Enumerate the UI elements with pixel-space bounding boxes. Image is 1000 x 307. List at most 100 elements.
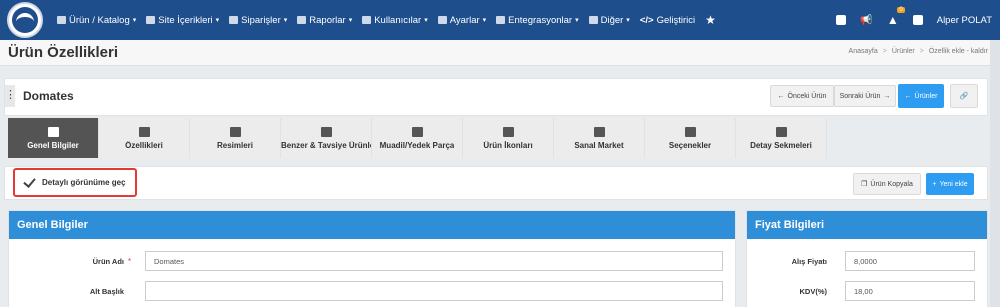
tab-secenekler[interactable]: Seçenekler bbox=[645, 118, 736, 158]
tab-urun-ikonlari[interactable]: Ürün İkonları bbox=[463, 118, 554, 158]
warnings-button[interactable]: ▲ 0 bbox=[886, 7, 905, 27]
tab-ozellikleri[interactable]: Özellikleri bbox=[99, 118, 190, 158]
menu-item-diger[interactable]: Diğer ▾ bbox=[588, 13, 630, 27]
warning-icon: ▲ bbox=[886, 13, 899, 27]
product-name-input[interactable]: Domates bbox=[145, 251, 723, 271]
menu-item-urun-katalog[interactable]: Ürün / Katalog ▾ bbox=[57, 13, 136, 27]
vat-label: KDV(%) bbox=[799, 286, 828, 296]
file-image-icon bbox=[502, 126, 514, 137]
code-icon: </> bbox=[639, 14, 654, 26]
sitemap-icon bbox=[775, 126, 787, 137]
subtitle-label: Alt Başlık bbox=[89, 286, 124, 296]
book-icon bbox=[836, 15, 847, 25]
breadcrumb-home[interactable]: Anasayfa bbox=[849, 48, 878, 55]
detailed-view-toggle[interactable]: Detaylı görünüme geç bbox=[13, 168, 137, 197]
link-icon: 🔗 bbox=[959, 93, 969, 100]
chart-icon bbox=[297, 16, 307, 24]
menu-item-siparisler[interactable]: Siparişler ▾ bbox=[229, 13, 287, 27]
page-header: Ürün Özellikleri Anasayfa > Ürünler > Özelli… bbox=[0, 40, 1000, 66]
checkbox-icon bbox=[411, 126, 423, 137]
main-menu: Ürün / Katalog ▾ Site İçerikleri ▾ Sipariş… bbox=[57, 13, 726, 27]
check-icon bbox=[23, 176, 36, 189]
menu-item-gelistirici[interactable]: </> Geliştirici bbox=[640, 13, 695, 27]
breadcrumb-current: Özellik ekle - kaldır bbox=[928, 48, 988, 55]
cart-icon bbox=[593, 126, 605, 137]
images-icon bbox=[229, 126, 241, 137]
side-menu-toggle[interactable]: ⋮ bbox=[5, 85, 16, 107]
product-tabs: Genel Bilgiler Özellikleri Resimleri Ben… bbox=[8, 118, 827, 158]
vat-input[interactable]: 18,00 bbox=[845, 281, 975, 301]
caret-down-icon: ▾ bbox=[575, 17, 579, 24]
product-header-card: ⋮ Domates ← Önceki Ürün Sonraki Ürün → ← Ür… bbox=[4, 78, 988, 116]
arrow-left-icon: ← bbox=[904, 92, 912, 100]
product-name-label: Ürün Adı bbox=[92, 256, 124, 266]
menu-item-raporlar[interactable]: Raporlar ▾ bbox=[297, 13, 352, 27]
list-icon bbox=[57, 16, 66, 24]
tab-muadil-yedek-parca[interactable]: Muadil/Yedek Parça bbox=[372, 118, 463, 158]
next-product-button[interactable]: Sonraki Ürün → bbox=[834, 85, 896, 107]
tab-sanal-market[interactable]: Sanal Market bbox=[554, 118, 645, 158]
caret-down-icon: ▾ bbox=[424, 17, 428, 24]
caret-down-icon: ▾ bbox=[348, 17, 353, 24]
notes-button[interactable] bbox=[836, 15, 847, 25]
menu-item-ayarlar[interactable]: Ayarlar ▾ bbox=[437, 13, 487, 27]
arrow-right-icon: → bbox=[883, 92, 891, 100]
caret-down-icon: ▾ bbox=[215, 17, 220, 24]
detail-toolbar: Detaylı görünüme geç ❐ Ürün Kopyala + Yeni… bbox=[4, 166, 988, 200]
link-button[interactable]: 🔗 bbox=[950, 84, 978, 108]
breadcrumb: Anasayfa > Ürünler > Özellik ekle - kaldır bbox=[848, 48, 988, 55]
sitemap-icon bbox=[496, 16, 506, 24]
purchase-price-input[interactable]: 8,0000 bbox=[845, 251, 975, 271]
cogs-icon bbox=[437, 16, 447, 24]
menu-item-site-icerikleri[interactable]: Site İçerikleri ▾ bbox=[146, 13, 219, 27]
announcements-button[interactable]: 📢 bbox=[860, 15, 872, 26]
caret-down-icon: ▾ bbox=[482, 17, 487, 24]
edit-button[interactable] bbox=[912, 15, 923, 25]
required-marker: * bbox=[128, 256, 132, 266]
plus-icon: + bbox=[932, 180, 937, 188]
product-name: Domates bbox=[23, 89, 74, 103]
tab-resimleri[interactable]: Resimleri bbox=[190, 118, 281, 158]
users-icon bbox=[362, 16, 372, 24]
brand-logo[interactable] bbox=[7, 2, 43, 38]
products-button[interactable]: ← Ürünler bbox=[898, 84, 944, 108]
general-info-panel: Genel Bilgiler Ürün Adı * Domates Alt Baş… bbox=[8, 210, 736, 307]
general-info-title: Genel Bilgiler bbox=[9, 211, 735, 239]
price-info-title: Fiyat Bilgileri bbox=[747, 211, 987, 239]
previous-product-button[interactable]: ← Önceki Ürün bbox=[770, 85, 834, 107]
navbar-right: 📢 ▲ 0 Alper POLAT bbox=[822, 0, 992, 40]
menu-item-entegrasyonlar[interactable]: Entegrasyonlar ▾ bbox=[496, 13, 579, 27]
edit-icon bbox=[912, 15, 923, 25]
caret-down-icon: ▾ bbox=[132, 17, 137, 24]
bullhorn-icon: 📢 bbox=[860, 14, 873, 26]
menu-item-kullanicilar[interactable]: Kullanıcılar ▾ bbox=[362, 13, 428, 27]
purchase-price-label: Alış Fiyatı bbox=[791, 256, 827, 266]
copy-product-button[interactable]: ❐ Ürün Kopyala bbox=[853, 173, 921, 195]
caret-down-icon: ▾ bbox=[626, 17, 630, 24]
favorites-button[interactable]: ★ bbox=[705, 13, 716, 27]
notification-badge: 0 bbox=[897, 7, 905, 13]
tab-detay-sekmeleri[interactable]: Detay Sekmeleri bbox=[736, 118, 827, 158]
star-icon: ★ bbox=[705, 13, 716, 27]
layers-icon bbox=[146, 16, 156, 24]
tab-genel-bilgiler[interactable]: Genel Bilgiler bbox=[8, 118, 99, 158]
truck-icon bbox=[229, 16, 239, 24]
copy-icon: ❐ bbox=[861, 181, 868, 188]
subtitle-input[interactable] bbox=[145, 281, 723, 301]
arrow-left-icon: ← bbox=[777, 92, 785, 100]
price-info-panel: Fiyat Bilgileri Alış Fiyatı 8,0000 KDV(%… bbox=[746, 210, 988, 307]
user-menu[interactable]: Alper POLAT bbox=[937, 15, 992, 26]
cogs-icon bbox=[47, 126, 59, 137]
caret-down-icon: ▾ bbox=[283, 17, 288, 24]
page-scrollbar[interactable] bbox=[990, 40, 1000, 307]
list-ul-icon bbox=[684, 126, 696, 137]
breadcrumb-products[interactable]: Ürünler bbox=[892, 48, 915, 55]
detailed-view-label: Detaylı görünüme geç bbox=[42, 178, 126, 187]
top-navbar: Ürün / Katalog ▾ Site İçerikleri ▾ Sipariş… bbox=[0, 0, 1000, 40]
balance-icon bbox=[320, 126, 332, 137]
copy-icon bbox=[138, 126, 150, 137]
add-new-button[interactable]: + Yeni ekle bbox=[926, 173, 974, 195]
grid-icon bbox=[588, 16, 598, 24]
page-title: Ürün Özellikleri bbox=[8, 44, 119, 61]
tab-benzer-tavsiye[interactable]: Benzer & Tavsiye Ürünle bbox=[281, 118, 372, 158]
